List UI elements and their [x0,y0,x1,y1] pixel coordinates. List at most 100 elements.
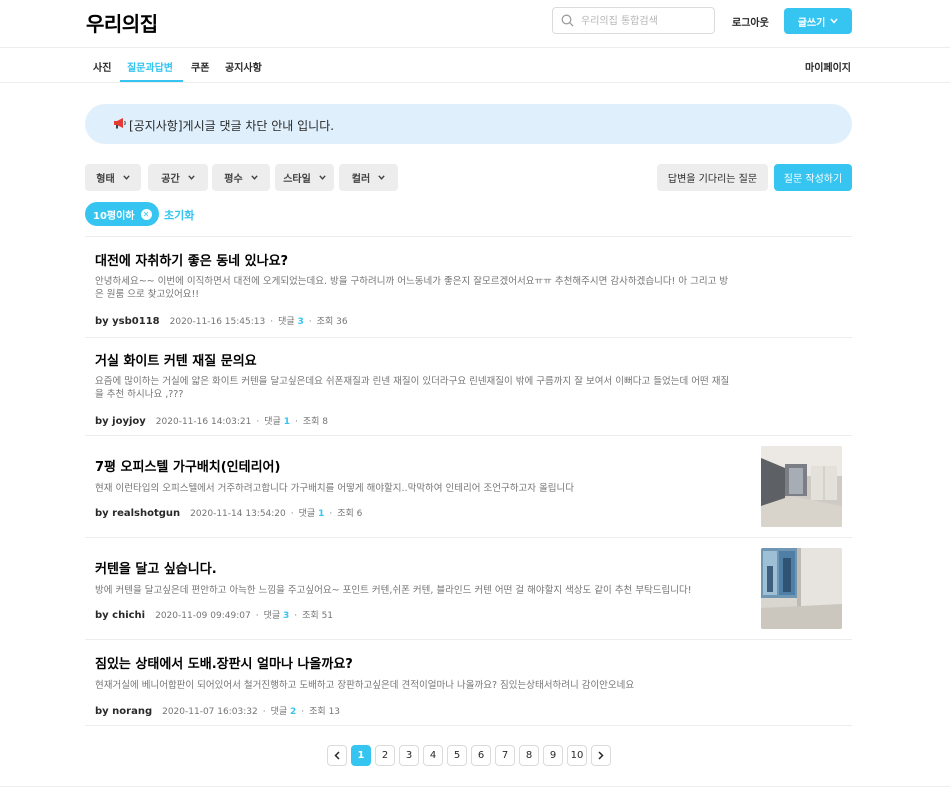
post-author[interactable]: by realshotgun [95,508,180,519]
room-photo [761,446,842,527]
comment-count: 1 [318,509,325,519]
search-input[interactable] [581,12,709,30]
post-title[interactable]: 짐있는 상태에서 도배.장판시 얼마나 나올까요? [95,653,353,672]
tab-qna[interactable]: 질문과답변 [127,59,173,74]
page-button[interactable]: 1 [351,745,371,766]
page-button[interactable]: 5 [447,745,467,766]
filter-space[interactable]: 공간 [148,164,208,191]
page-button[interactable]: 2 [375,745,395,766]
post-meta: by ysb0118 2020-11-16 15:45:13 · 댓글 3 · 조회 36 [95,316,348,327]
footer-divider [0,786,950,787]
view-count: 조회 8 [302,417,328,427]
waiting-questions-button[interactable]: 답변을 기다리는 질문 [657,164,768,191]
comment-label: 댓글 [264,417,281,427]
chip-label: 10평이하 [93,210,135,222]
active-tab-underline [120,80,183,82]
prev-page-button[interactable] [327,745,347,766]
post-title[interactable]: 대전에 자취하기 좋은 동네 있나요? [95,250,288,269]
filter-label: 평수 [224,174,243,185]
post-meta: by norang 2020-11-07 16:03:32 · 댓글 2 · 조회 13 [95,706,341,717]
active-filter-chip[interactable]: 10평이하 ✕ [85,202,159,226]
post-excerpt: 현재거실에 베니어합판이 되어있어서 철거진행하고 도배하고 장판하고싶은데 견… [95,680,635,691]
post-date: 2020-11-09 09:49:07 [155,611,251,621]
page-button[interactable]: 9 [543,745,563,766]
post-excerpt: 현재 이런타입의 오피스텔에서 거주하려고합니다 가구배치를 어떻게 해야할지.… [95,483,574,494]
list-item[interactable]: 짐있는 상태에서 도배.장판시 얼마나 나올까요? 현재거실에 베니어합판이 되… [85,640,852,726]
page-button[interactable]: 3 [399,745,419,766]
view-count: 조회 6 [337,509,363,519]
mypage-link[interactable]: 마이페이지 [805,59,851,74]
post-title[interactable]: 커텐을 달고 싶습니다. [95,558,217,577]
post-author[interactable]: by norang [95,706,152,717]
chevron-left-icon [334,751,340,760]
post-title[interactable]: 거실 화이트 커텐 재질 문의요 [95,350,257,369]
pagination: 1 2 3 4 5 6 7 8 9 10 [327,745,611,767]
filter-label: 스타일 [283,174,311,185]
write-button-label: 글쓰기 [797,17,826,29]
comment-label: 댓글 [263,611,281,621]
site-logo[interactable]: 우리의집 [86,8,158,37]
post-date: 2020-11-16 15:45:13 [169,317,266,327]
filter-label: 형태 [96,174,115,185]
search-icon [561,14,574,27]
chevron-down-icon [830,18,838,24]
tab-notices[interactable]: 공지사항 [225,59,262,74]
comment-count: 3 [283,611,290,621]
view-count: 조회 36 [316,317,348,327]
post-date: 2020-11-07 16:03:32 [162,707,258,717]
comment-count: 1 [283,417,290,427]
page-button[interactable]: 7 [495,745,515,766]
chevron-down-icon [187,175,195,180]
close-icon[interactable]: ✕ [140,208,152,220]
page-button[interactable]: 8 [519,745,539,766]
comment-label: 댓글 [278,317,295,327]
filter-color[interactable]: 컬러 [339,164,398,191]
post-excerpt: 요즘에 많이하는 거실에 얇은 화이트 커텐을 달고싶은데요 쉬폰재질과 린넨 … [95,376,730,400]
post-meta: by realshotgun 2020-11-14 13:54:20 · 댓글 1 · 조… [95,508,363,519]
notice-banner[interactable]: [공지사항]게시글 댓글 차단 안내 입니다. [85,104,852,144]
list-item[interactable]: 대전에 자취하기 좋은 동네 있나요? 안녕하세요~~ 이번에 이직하면서 대전… [85,237,852,338]
question-list: 대전에 자취하기 좋은 동네 있나요? 안녕하세요~~ 이번에 이직하면서 대전… [85,236,852,726]
reset-filters-link[interactable]: 초기화 [164,207,194,223]
post-author[interactable]: by ysb0118 [95,316,160,327]
comment-label: 댓글 [270,707,288,717]
post-date: 2020-11-14 13:54:20 [190,509,286,519]
page-button[interactable]: 4 [423,745,443,766]
post-excerpt: 안녕하세요~~ 이번에 이직하면서 대전에 오게되었는데요. 방을 구하려니까 … [95,276,729,300]
tab-coupons[interactable]: 쿠폰 [191,59,209,74]
ask-question-button[interactable]: 질문 작성하기 [774,164,852,191]
post-title[interactable]: 7평 오피스텔 가구배치(인테리어) [95,456,280,475]
chevron-down-icon [378,175,385,180]
write-button[interactable]: 글쓰기 [784,8,852,34]
post-thumbnail[interactable] [761,446,842,527]
chevron-down-icon [250,175,258,180]
comment-count: 3 [297,317,304,327]
post-meta: by chichi 2020-11-09 09:49:07 · 댓글 3 · 조회 51 [95,610,334,621]
list-item[interactable]: 커텐을 달고 싶습니다. 방에 커텐을 달고싶은데 편안하고 아늑한 느낌을 주… [85,538,852,640]
notice-text: [공지사항]게시글 댓글 차단 안내 입니다. [129,119,335,133]
post-author[interactable]: by joyjoy [95,416,146,427]
post-author[interactable]: by chichi [95,610,145,621]
logout-link[interactable]: 로그아웃 [732,14,769,29]
filter-type[interactable]: 형태 [85,164,141,191]
room-photo [761,548,842,629]
filter-size[interactable]: 평수 [212,164,270,191]
list-item[interactable]: 7평 오피스텔 가구배치(인테리어) 현재 이런타입의 오피스텔에서 거주하려고… [85,436,852,538]
view-count: 조회 51 [302,611,334,621]
top-header: 우리의집 로그아웃 글쓰기 [0,0,950,48]
tab-photos[interactable]: 사진 [93,59,111,74]
megaphone-icon [114,118,126,129]
filter-label: 공간 [161,174,180,185]
next-page-button[interactable] [591,745,611,766]
post-excerpt: 방에 커텐을 달고싶은데 편안하고 아늑한 느낌을 주고싶어요~ 포인트 커텐,… [95,585,692,596]
post-thumbnail[interactable] [761,548,842,629]
search-box[interactable] [552,7,715,34]
comment-label: 댓글 [298,509,316,519]
post-meta: by joyjoy 2020-11-16 14:03:21 · 댓글 1 · 조회 8 [95,416,328,427]
chevron-right-icon [598,751,604,760]
filter-style[interactable]: 스타일 [275,164,334,191]
page-button[interactable]: 6 [471,745,491,766]
chevron-down-icon [319,175,326,180]
page-button[interactable]: 10 [567,745,587,766]
list-item[interactable]: 거실 화이트 커텐 재질 문의요 요즘에 많이하는 거실에 얇은 화이트 커텐을… [85,338,852,436]
